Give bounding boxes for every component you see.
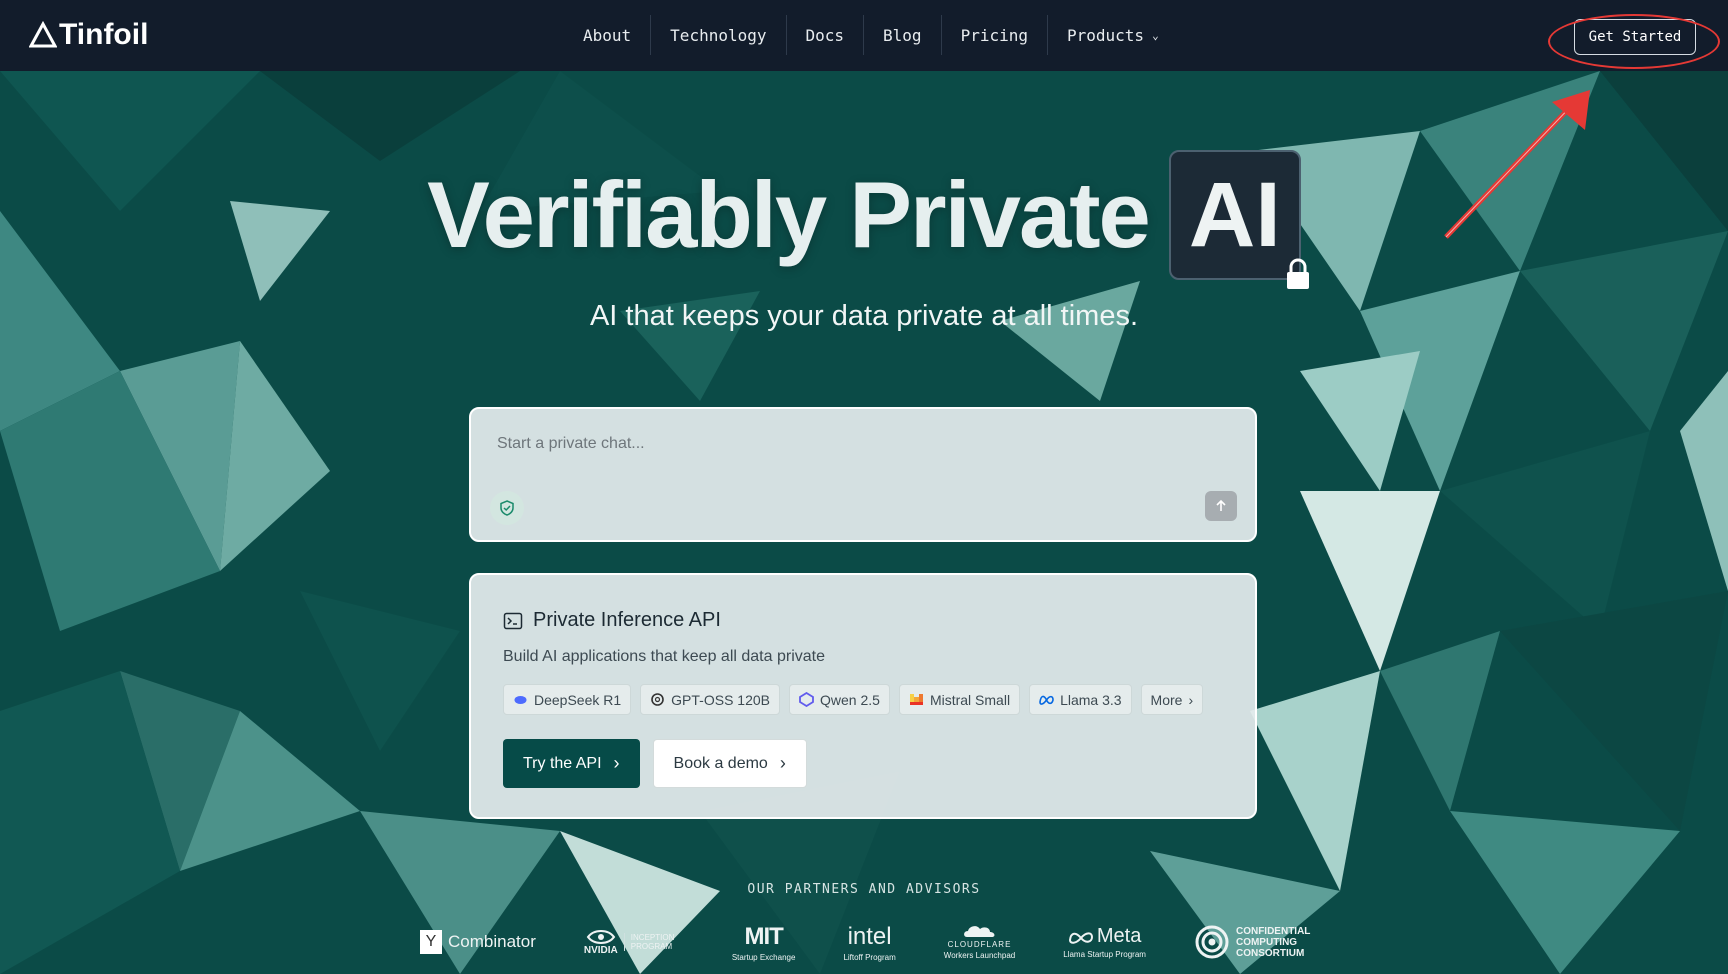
nav-docs[interactable]: Docs: [785, 15, 864, 55]
send-button[interactable]: [1205, 491, 1237, 521]
model-chip-qwen[interactable]: Qwen 2.5: [789, 684, 890, 715]
model-chip-label: Mistral Small: [929, 691, 1011, 708]
yc-name: Combinator: [448, 932, 536, 951]
meta-sub: Llama Startup Program: [1063, 950, 1146, 959]
ai-badge-text: AI: [1188, 163, 1281, 266]
top-nav: Tinfoil About Technology Docs Blog Prici…: [0, 0, 1728, 71]
intel-sub: Liftoff Program: [843, 952, 896, 962]
book-demo-button[interactable]: Book a demo ›: [652, 739, 807, 788]
nav-technology-label: Technology: [670, 25, 767, 45]
book-demo-label: Book a demo: [673, 754, 768, 772]
try-api-button[interactable]: Try the API ›: [503, 739, 640, 788]
cloudflare-logo: CLOUDFLARE Workers Launchpad: [944, 924, 1015, 960]
more-label: More: [1150, 691, 1183, 708]
partner-logos: Y Combinator NVIDIA INCEPTION PROGRAM MI…: [420, 920, 1320, 964]
terminal-icon: [503, 612, 523, 629]
nav-blog-label: Blog: [883, 25, 922, 45]
ccc-circle-icon: [1195, 925, 1229, 959]
chevron-right-icon: ›: [613, 753, 620, 773]
api-card-actions: Try the API › Book a demo ›: [503, 739, 807, 788]
ycombinator-logo: Y Combinator: [420, 930, 536, 954]
nav-pricing[interactable]: Pricing: [940, 15, 1047, 55]
meta-name: Meta: [1096, 925, 1142, 947]
nav-products-label: Products: [1067, 25, 1145, 45]
api-card-description: Build AI applications that keep all data…: [503, 648, 825, 665]
chevron-down-icon: ⌄: [1152, 28, 1159, 42]
openai-icon: [651, 693, 664, 706]
model-chip-label: Llama 3.3: [1060, 691, 1122, 708]
brand-logo[interactable]: Tinfoil: [29, 16, 148, 54]
yc-mark: Y: [420, 930, 442, 954]
nav-about[interactable]: About: [564, 15, 650, 55]
meta-logo: Meta Llama Startup Program: [1063, 925, 1146, 959]
more-models-button[interactable]: More ›: [1140, 684, 1204, 715]
nav-technology[interactable]: Technology: [650, 15, 785, 55]
model-chip-mistral[interactable]: Mistral Small: [898, 684, 1021, 715]
api-card: Private Inference API Build AI applicati…: [469, 573, 1257, 819]
model-list: DeepSeek R1 GPT-OSS 120B Qwen 2.5 Mistra…: [503, 684, 1204, 715]
model-chip-label: Qwen 2.5: [820, 691, 880, 708]
annotation-arrow-icon: [1444, 90, 1590, 239]
nvidia-logo: NVIDIA INCEPTION PROGRAM: [584, 929, 684, 956]
mit-name: MIT: [744, 922, 783, 950]
nav-pricing-label: Pricing: [960, 25, 1028, 45]
model-chip-gpt-oss[interactable]: GPT-OSS 120B: [640, 684, 780, 715]
arrow-up-icon: [1216, 499, 1226, 511]
nvidia-name: NVIDIA: [583, 944, 618, 956]
mit-logo: MIT Startup Exchange: [732, 923, 796, 962]
lock-icon: [1286, 258, 1309, 289]
nav-products[interactable]: Products ⌄: [1047, 15, 1178, 55]
headline-text: Verifiably Private: [427, 162, 1151, 267]
model-chip-llama[interactable]: Llama 3.3: [1029, 684, 1132, 715]
get-started-button[interactable]: Get Started: [1574, 19, 1696, 55]
shield-check-icon[interactable]: [490, 491, 524, 525]
deepseek-icon: [514, 696, 527, 704]
nvidia-eye-icon: [586, 929, 616, 944]
chevron-right-icon: ›: [1188, 691, 1194, 708]
intel-logo: intel Liftoff Program: [843, 923, 895, 962]
model-chip-deepseek[interactable]: DeepSeek R1: [503, 684, 632, 715]
chat-box: [469, 407, 1257, 542]
nav-blog[interactable]: Blog: [863, 15, 941, 55]
chevron-right-icon: ›: [779, 753, 786, 773]
api-card-header: Private Inference API: [503, 609, 721, 632]
qwen-icon: [799, 692, 814, 707]
cloudflare-sub: Workers Launchpad: [943, 951, 1016, 960]
hero-subtitle: AI that keeps your data private at all t…: [589, 300, 1139, 332]
intel-name: intel: [847, 922, 892, 950]
nav-docs-label: Docs: [805, 25, 845, 45]
nav-about-label: About: [583, 25, 632, 45]
cloud-icon: [963, 926, 994, 937]
mit-sub: Startup Exchange: [731, 952, 796, 962]
ai-badge: AI: [1168, 150, 1309, 289]
partners-heading: OUR PARTNERS AND ADVISORS: [747, 882, 981, 897]
nvidia-program: INCEPTION PROGRAM: [623, 933, 684, 951]
triangle-logo-icon: [29, 21, 57, 48]
ccc-name: CONFIDENTIAL COMPUTING CONSORTIUM: [1235, 925, 1311, 959]
model-chip-label: DeepSeek R1: [534, 691, 622, 708]
brand-name: Tinfoil: [59, 18, 149, 51]
model-chip-label: GPT-OSS 120B: [671, 691, 770, 708]
ccc-logo: CONFIDENTIAL COMPUTING CONSORTIUM: [1194, 924, 1320, 960]
cloudflare-name: CLOUDFLARE: [947, 940, 1012, 949]
meta-infinity-icon: [1068, 931, 1093, 944]
mistral-icon: [909, 694, 923, 705]
api-card-title: Private Inference API: [533, 609, 721, 631]
main-menu: About Technology Docs Blog Pricing Produ…: [564, 15, 1178, 55]
chat-input[interactable]: [497, 435, 1197, 453]
meta-icon: [1039, 695, 1054, 705]
try-api-label: Try the API: [523, 754, 602, 772]
